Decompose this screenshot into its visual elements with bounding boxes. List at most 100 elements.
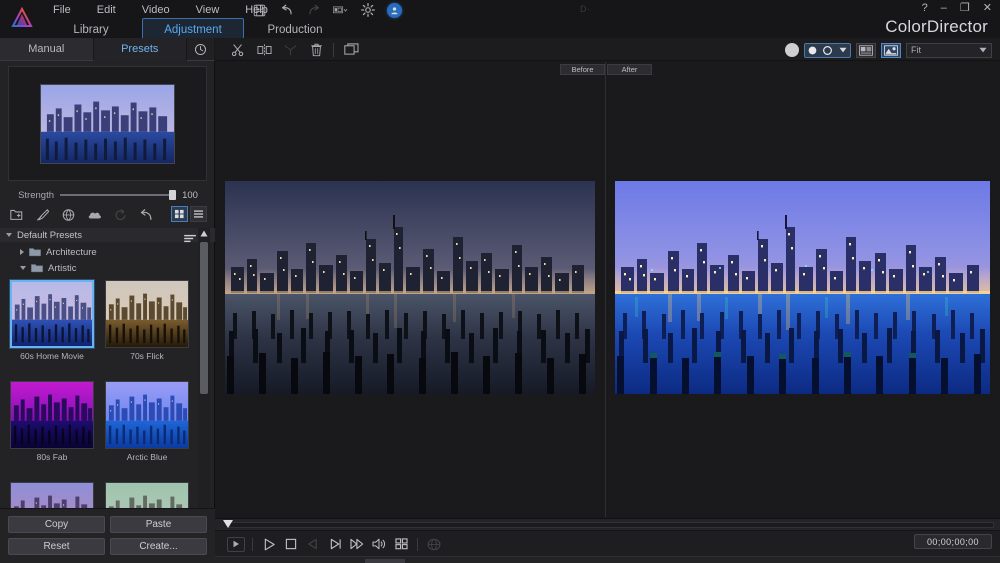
after-tab[interactable]: After	[607, 64, 652, 75]
folder-icon	[29, 247, 41, 257]
settings-gear-icon[interactable]	[360, 3, 375, 18]
title-bar: File Edit Video View Help	[0, 0, 1000, 38]
create-button[interactable]: Create...	[110, 538, 207, 555]
scroll-up-arrow-icon[interactable]	[198, 228, 210, 239]
preset-thumbnail	[10, 280, 94, 348]
viewer-area: Fit Before After	[215, 38, 1000, 518]
preset-label: Arctic Blue	[105, 452, 189, 462]
presets-panel: Manual Presets	[0, 38, 215, 563]
refresh-icon[interactable]	[112, 207, 129, 224]
duplicate-window-icon[interactable]	[338, 38, 364, 61]
playhead-marker[interactable]	[223, 520, 233, 528]
merge-clip-icon[interactable]	[277, 38, 303, 61]
before-after-tabs: Before After	[560, 64, 652, 75]
chevron-down-icon[interactable]	[835, 44, 850, 57]
preset-scrollbar[interactable]	[198, 228, 210, 544]
timeline-ruler[interactable]	[215, 519, 1000, 531]
snapshot-grid-button[interactable]	[390, 533, 412, 555]
fast-forward-button[interactable]	[346, 533, 368, 555]
tree-label-artistic: Artistic	[48, 263, 77, 274]
preset-grid: 60s Home Movie 70s Flick	[0, 276, 198, 544]
dual-preview-toggle[interactable]	[856, 43, 876, 58]
tab-manual[interactable]: Manual	[0, 38, 94, 61]
before-preview[interactable]	[225, 181, 595, 394]
strength-slider-handle[interactable]	[169, 190, 176, 200]
compare-right-half-icon[interactable]	[820, 44, 835, 57]
toolbar-divider	[333, 43, 334, 57]
timeline-track[interactable]	[229, 522, 994, 528]
preset-item-60s-home-movie[interactable]: 60s Home Movie	[10, 280, 94, 361]
undo-icon[interactable]	[279, 3, 294, 18]
timeline-strip[interactable]	[215, 556, 1000, 563]
preset-label: 60s Home Movie	[10, 351, 94, 361]
capture-button[interactable]	[423, 533, 445, 555]
stop-button[interactable]	[280, 533, 302, 555]
close-button[interactable]: ✕	[983, 2, 992, 14]
app-logo-icon	[10, 6, 34, 30]
zoom-level-select[interactable]: Fit	[906, 43, 992, 58]
account-badge-icon[interactable]	[387, 3, 402, 18]
viewer-split-divider[interactable]	[605, 62, 606, 517]
add-preset-icon[interactable]	[8, 207, 25, 224]
render-preview-button[interactable]	[225, 533, 247, 555]
color-swatch-icon[interactable]	[785, 43, 799, 57]
paste-button[interactable]: Paste	[110, 516, 207, 533]
preset-tools	[8, 205, 207, 225]
after-preview[interactable]	[615, 181, 990, 394]
redo-icon[interactable]	[306, 3, 321, 18]
after-image	[615, 181, 990, 394]
preset-item-70s-flick[interactable]: 70s Flick	[105, 280, 189, 361]
transport-controls	[225, 533, 445, 555]
save-icon[interactable]	[252, 3, 267, 18]
compare-left-half-icon[interactable]	[805, 44, 820, 57]
viewer-toolbar: Fit	[215, 38, 1000, 61]
preview-image	[40, 84, 175, 164]
quick-tools	[252, 0, 402, 20]
preset-thumbnail	[105, 381, 189, 449]
preset-item-arctic-blue[interactable]: Arctic Blue	[105, 381, 189, 462]
strength-slider[interactable]	[60, 194, 173, 196]
clock-history-icon[interactable]	[187, 38, 215, 61]
preset-label: 70s Flick	[105, 351, 189, 361]
menu-view[interactable]: View	[183, 0, 233, 20]
tab-presets[interactable]: Presets	[94, 38, 188, 61]
scrollbar-thumb[interactable]	[200, 242, 208, 394]
help-button[interactable]: ?	[922, 2, 928, 14]
cloud-icon[interactable]	[86, 207, 103, 224]
tree-node-artistic[interactable]: Artistic	[0, 260, 215, 276]
transport-divider	[417, 538, 418, 551]
default-presets-header[interactable]: Default Presets	[0, 228, 215, 242]
minimize-button[interactable]: –	[941, 2, 947, 14]
panel-tabs: Manual Presets	[0, 38, 215, 61]
copy-button[interactable]: Copy	[8, 516, 105, 533]
strength-value[interactable]: 100	[173, 190, 207, 201]
colordirector-window: File Edit Video View Help	[0, 0, 1000, 563]
list-view-toggle[interactable]	[190, 206, 207, 222]
delete-trash-icon[interactable]	[303, 38, 329, 61]
split-clip-icon[interactable]	[251, 38, 277, 61]
next-frame-button[interactable]	[324, 533, 346, 555]
timecode-display[interactable]: 00;00;00;00	[914, 534, 992, 549]
tree-node-architecture[interactable]: Architecture	[0, 244, 215, 260]
grid-view-toggle[interactable]	[171, 206, 188, 222]
play-button[interactable]	[258, 533, 280, 555]
cut-scissors-icon[interactable]	[225, 38, 251, 61]
undo-arrow-icon[interactable]	[138, 207, 155, 224]
preset-thumbnail	[10, 381, 94, 449]
color-globe-icon[interactable]	[60, 207, 77, 224]
volume-button[interactable]	[368, 533, 390, 555]
preset-item-80s-fab[interactable]: 80s Fab	[10, 381, 94, 462]
previous-frame-button[interactable]	[302, 533, 324, 555]
restore-button[interactable]: ❐	[960, 2, 970, 14]
before-tab[interactable]: Before	[560, 64, 605, 75]
single-preview-toggle[interactable]	[881, 43, 901, 58]
menu-video[interactable]: Video	[129, 0, 183, 20]
chevron-down-icon	[20, 266, 26, 270]
menu-edit[interactable]: Edit	[84, 0, 129, 20]
split-compare-icon[interactable]	[804, 43, 851, 58]
menu-file[interactable]: File	[40, 0, 84, 20]
timeline-clip-handle[interactable]	[365, 559, 405, 563]
brush-icon[interactable]	[34, 207, 51, 224]
display-mode-dropdown-icon[interactable]	[333, 3, 348, 18]
reset-button[interactable]: Reset	[8, 538, 105, 555]
